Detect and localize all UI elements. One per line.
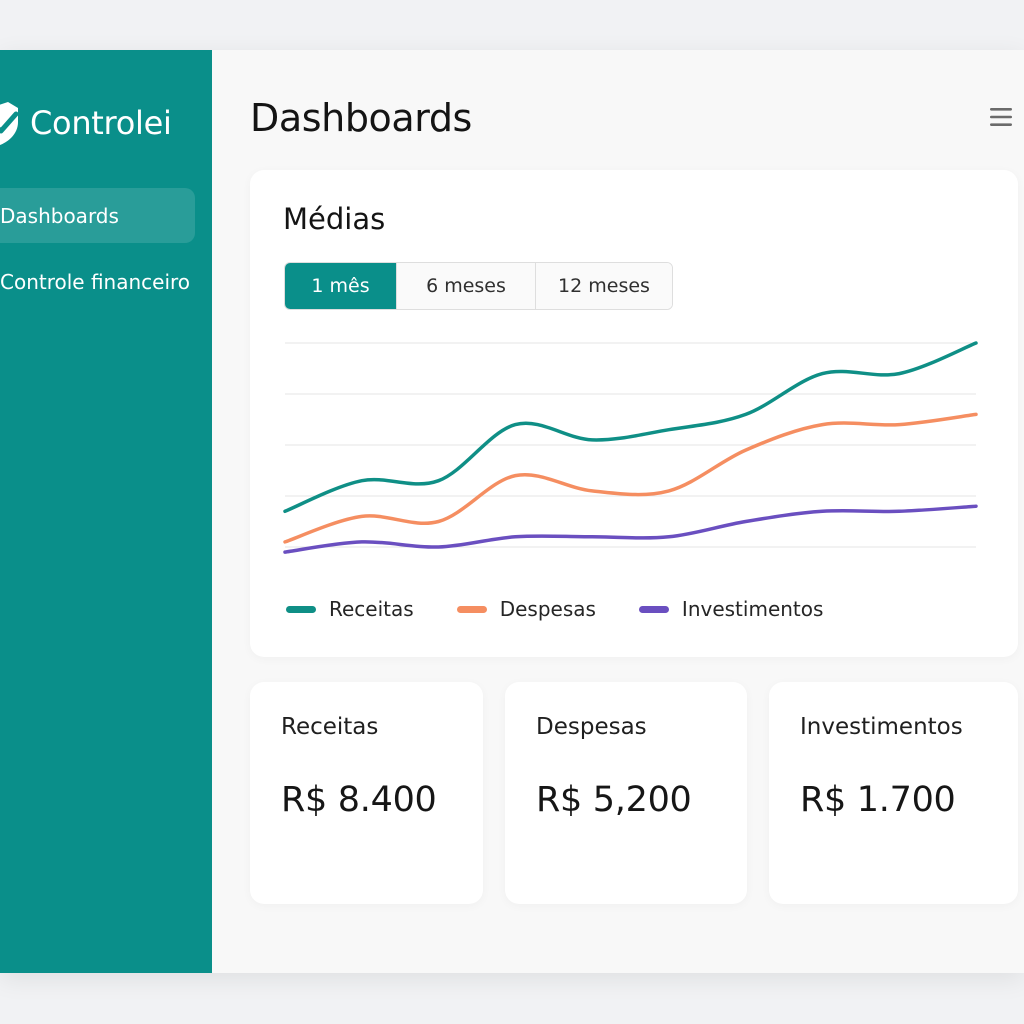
series-line-investimentos[interactable] [283,504,978,554]
stat-label: Investimentos [800,714,963,740]
legend-swatch-investimentos [638,605,669,613]
legend-item-investimentos[interactable]: Investimentos [638,597,824,621]
stat-value: R$ 5,200 [536,780,692,820]
legend-item-despesas[interactable]: Despesas [456,597,596,621]
legend-swatch-despesas [456,605,487,613]
series-line-receitas[interactable] [283,341,978,514]
legend-item-receitas[interactable]: Receitas [286,597,414,621]
brand[interactable]: Controlei [0,98,172,148]
stat-value: R$ 8.400 [281,780,437,820]
sidebar-item-label: Controle financeiro [0,269,191,294]
app-window: Controlei Dashboards Controle financeiro… [0,50,1024,973]
series-line-despesas[interactable] [283,412,978,544]
hamburger-menu-icon[interactable] [989,105,1013,129]
legend-label: Investimentos [681,597,824,621]
line-chart [283,341,978,554]
stat-card-despesas: Despesas R$ 5,200 [505,682,747,904]
stat-label: Despesas [536,714,647,740]
legend-label: Receitas [329,597,414,621]
sidebar-item-dashboards[interactable]: Dashboards [0,188,195,243]
legend-swatch-receitas [286,605,316,613]
page-title: Dashboards [250,96,472,140]
shield-check-icon [0,102,19,145]
stat-label: Receitas [281,714,379,740]
chart-legend: Receitas Despesas Investimentos [286,594,866,624]
stat-value: R$ 1.700 [800,780,956,820]
sidebar-item-label: Dashboards [0,203,119,228]
sidebar: Controlei Dashboards Controle financeiro [0,50,212,973]
sidebar-item-controle-financeiro[interactable]: Controle financeiro [0,254,195,309]
stat-card-investimentos: Investimentos R$ 1.700 [769,682,1018,904]
brand-name: Controlei [30,104,172,142]
stat-card-receitas: Receitas R$ 8.400 [250,682,483,904]
legend-label: Despesas [499,597,596,621]
chart-card: Médias 1 mês 6 meses 12 meses Receitas D… [250,170,1018,657]
